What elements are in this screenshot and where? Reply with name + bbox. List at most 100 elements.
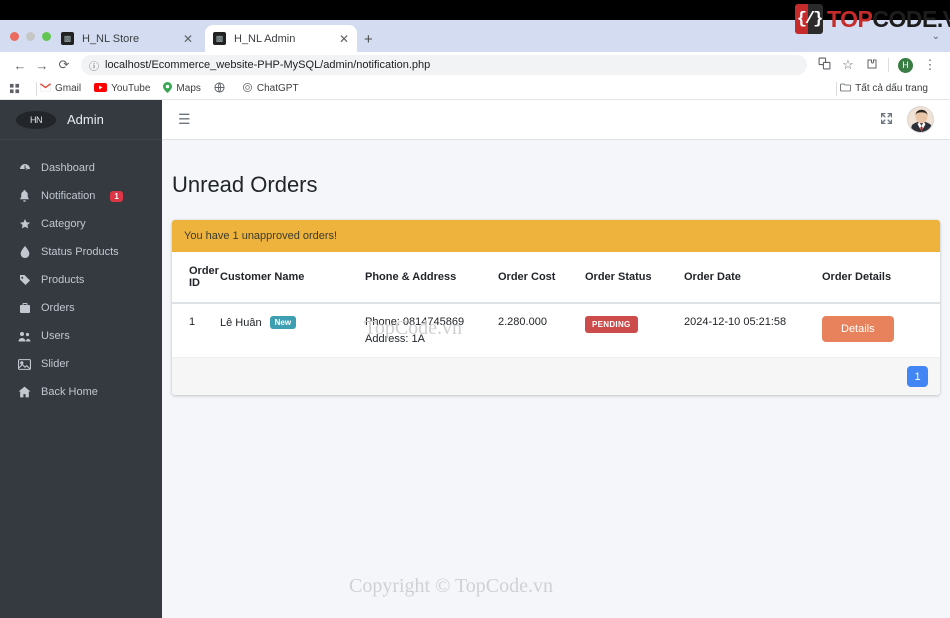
- bookmark-label: YouTube: [111, 83, 151, 94]
- window-controls[interactable]: [10, 32, 51, 41]
- sidebar-item-label: Dashboard: [41, 162, 95, 174]
- translate-icon[interactable]: [813, 57, 835, 73]
- bookmark-chatgpt[interactable]: ChatGPT: [242, 82, 299, 96]
- cell-phone-address: Phone: 0814745869 Address: 1A: [365, 303, 498, 357]
- reload-icon[interactable]: ⟳: [53, 57, 75, 73]
- browser-window: {/} TOPCODE.VN ▩ H_NL Store ✕ ▩ H_NL Adm…: [0, 0, 950, 618]
- sidebar-item-status-products[interactable]: Status Products: [0, 238, 162, 266]
- sidebar-item-label: Back Home: [41, 386, 98, 398]
- sidebar-item-notification[interactable]: Notification 1: [0, 182, 162, 210]
- hamburger-menu-icon[interactable]: ☰: [178, 111, 191, 128]
- close-window-button[interactable]: [10, 32, 19, 41]
- header-order-date: Order Date: [684, 252, 822, 304]
- chatgpt-icon: [242, 82, 253, 96]
- header-order-details: Order Details: [822, 252, 940, 304]
- bookmarks-divider-right: [836, 81, 838, 96]
- logo-vn-text: .VN: [936, 5, 950, 32]
- maximize-window-button[interactable]: [42, 32, 51, 41]
- minimize-window-button[interactable]: [26, 32, 35, 41]
- brand-logo: HN: [16, 110, 56, 129]
- browser-tab-admin[interactable]: ▩ H_NL Admin ✕: [205, 25, 357, 52]
- sidebar-item-label: Notification: [41, 190, 96, 202]
- users-icon: [18, 331, 31, 342]
- bookmark-gmail[interactable]: Gmail: [40, 82, 82, 95]
- sidebar-brand[interactable]: HN Admin: [0, 100, 162, 140]
- user-avatar[interactable]: [907, 106, 934, 133]
- tag-icon: [18, 274, 31, 286]
- close-tab-icon[interactable]: ✕: [339, 32, 349, 46]
- brand-name: Admin: [67, 112, 104, 127]
- sidebar-item-label: Slider: [41, 358, 70, 370]
- sidebar-item-label: Orders: [41, 302, 75, 314]
- pagination-footer: 1: [172, 357, 940, 395]
- details-button[interactable]: Details: [822, 316, 894, 342]
- apps-grid-icon[interactable]: [9, 83, 20, 94]
- sidebar-item-slider[interactable]: Slider: [0, 350, 162, 378]
- bookmarks-bar: Gmail YouTube Maps ChatGPT Tất cả dấu tr…: [0, 78, 950, 100]
- sidebar-item-category[interactable]: Category: [0, 210, 162, 238]
- bookmark-star-icon[interactable]: ☆: [837, 57, 859, 73]
- all-bookmarks-button[interactable]: Tất cả dấu trang: [840, 83, 928, 95]
- sidebar-item-users[interactable]: Users: [0, 322, 162, 350]
- phone-text: Phone: 0814745869: [365, 316, 465, 328]
- sidebar-item-orders[interactable]: Orders: [0, 294, 162, 322]
- gmail-icon: [40, 82, 51, 95]
- customer-name-text: Lê Huân: [220, 317, 262, 329]
- star-icon: [18, 218, 31, 230]
- extensions-icon[interactable]: [861, 58, 883, 73]
- browser-toolbar: ← → ⟳ ⓘ localhost/Ecommerce_website-PHP-…: [0, 52, 950, 78]
- tab-title: H_NL Store: [82, 32, 140, 45]
- orders-table: Order ID Customer Name Phone & Address O…: [172, 252, 940, 357]
- header-order-id: Order ID: [172, 252, 220, 304]
- sidebar-item-label: Status Products: [41, 246, 119, 258]
- bookmark-maps[interactable]: Maps: [163, 81, 201, 96]
- sidebar-item-label: Category: [41, 218, 86, 230]
- new-tab-button[interactable]: +: [364, 31, 373, 48]
- header-order-cost: Order Cost: [498, 252, 585, 304]
- address-bar[interactable]: ⓘ localhost/Ecommerce_website-PHP-MySQL/…: [81, 55, 807, 75]
- cell-order-details: Details: [822, 303, 940, 357]
- sidebar-item-back-home[interactable]: Back Home: [0, 378, 162, 406]
- browser-menu-icon[interactable]: ⋮: [919, 57, 941, 73]
- profile-avatar[interactable]: H: [898, 57, 913, 73]
- sidebar-item-products[interactable]: Products: [0, 266, 162, 294]
- close-tab-icon[interactable]: ✕: [183, 32, 193, 46]
- cell-order-cost: 2.280.000: [498, 316, 547, 328]
- bookmark-youtube[interactable]: YouTube: [94, 82, 151, 95]
- url-text: localhost/Ecommerce_website-PHP-MySQL/ad…: [105, 59, 431, 71]
- all-bookmarks-label: Tất cả dấu trang: [855, 83, 928, 94]
- back-icon[interactable]: ←: [9, 58, 31, 73]
- bookmarks-divider: [36, 81, 37, 96]
- header-customer-name: Customer Name: [220, 252, 365, 304]
- table-body: 1 Lê Huân New Phone: 0814745869 Address:…: [172, 303, 940, 357]
- site-info-icon[interactable]: ⓘ: [89, 58, 99, 73]
- code-brackets-icon: {/}: [795, 4, 823, 34]
- admin-navbar: ☰: [162, 100, 950, 140]
- droplet-icon: [18, 246, 31, 258]
- logo-top-text: TOP: [827, 5, 873, 32]
- youtube-icon: [94, 82, 108, 95]
- bell-icon: [18, 190, 31, 202]
- header-phone-address: Phone & Address: [365, 252, 498, 304]
- new-badge: New: [269, 316, 297, 329]
- cell-order-date: 2024-12-10 05:21:58: [684, 316, 787, 328]
- browser-tab-store[interactable]: ▩ H_NL Store ✕: [53, 25, 201, 52]
- admin-favicon: ▩: [213, 32, 226, 45]
- bookmark-globe[interactable]: [214, 81, 229, 96]
- bookmark-label: ChatGPT: [256, 83, 299, 94]
- store-favicon: ▩: [61, 32, 74, 45]
- page-title: Unread Orders: [172, 172, 318, 197]
- table-row: 1 Lê Huân New Phone: 0814745869 Address:…: [172, 303, 940, 357]
- sidebar-item-dashboard[interactable]: Dashboard: [0, 154, 162, 182]
- toolbar-divider: [888, 58, 889, 72]
- fullscreen-expand-icon[interactable]: [880, 112, 893, 128]
- sidebar-nav: Dashboard Notification 1 Category Status…: [0, 140, 162, 406]
- cell-customer-name: Lê Huân New: [220, 303, 365, 357]
- dashboard-icon: [18, 162, 31, 174]
- bookmark-label: Gmail: [55, 83, 82, 94]
- notification-count-badge: 1: [110, 190, 123, 202]
- pagination-page-1[interactable]: 1: [907, 366, 928, 387]
- forward-icon[interactable]: →: [31, 58, 53, 73]
- table-head: Order ID Customer Name Phone & Address O…: [172, 252, 940, 304]
- main-content: Unread Orders You have 1 unapproved orde…: [162, 140, 950, 618]
